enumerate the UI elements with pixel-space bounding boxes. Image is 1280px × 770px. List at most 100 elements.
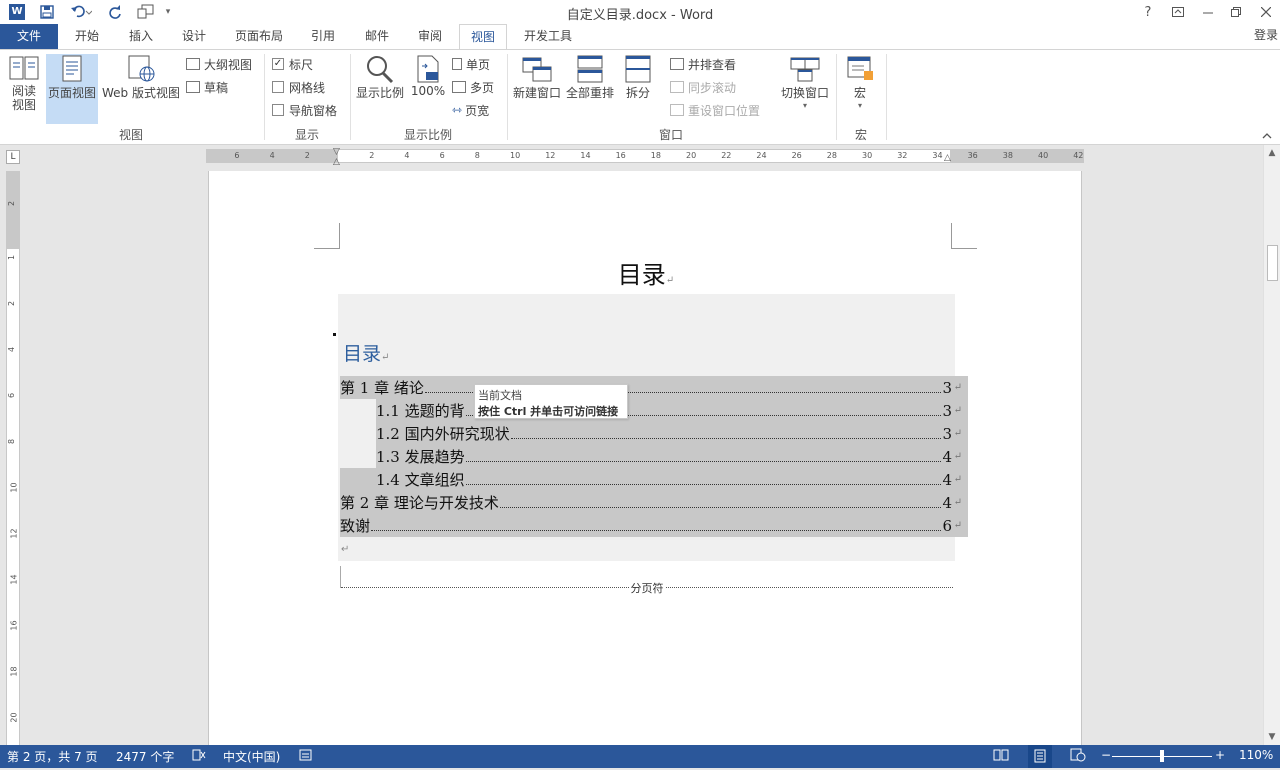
ruler-number: 20 <box>9 712 19 723</box>
web-layout-icon[interactable] <box>1070 748 1086 765</box>
print-layout-button[interactable]: 页面视图 <box>46 54 98 124</box>
word-count[interactable]: 2477 个字 <box>116 748 174 765</box>
zoom-percentage[interactable]: 110% <box>1239 748 1273 762</box>
scroll-thumb[interactable] <box>1267 245 1278 281</box>
minimize-icon[interactable] <box>1193 0 1223 24</box>
tab-review[interactable]: 审阅 <box>407 24 453 49</box>
read-mode-icon[interactable] <box>993 748 1009 765</box>
split-button[interactable]: 拆分 <box>620 54 656 124</box>
hanging-indent-marker[interactable]: △ <box>333 157 340 167</box>
tab-home[interactable]: 开始 <box>64 24 110 49</box>
help-button[interactable]: ? <box>1133 0 1163 24</box>
draft-label: 草稿 <box>204 80 229 95</box>
toc-entry-text: 第 2 章 理论与开发技术 <box>340 494 499 512</box>
tab-insert[interactable]: 插入 <box>118 24 164 49</box>
toc-entry[interactable]: 第 1 章 绪论 3 ↵ <box>340 376 962 399</box>
ruler-number: 24 <box>756 151 767 160</box>
collapse-ribbon-icon[interactable] <box>1262 128 1272 142</box>
one-page-button[interactable]: 单页 <box>452 54 490 74</box>
view-side-by-side-button[interactable]: 并排查看 <box>670 54 736 74</box>
vertical-scrollbar[interactable]: ▲ ▼ <box>1263 145 1280 745</box>
proofing-icon[interactable] <box>192 748 206 765</box>
toc-entry[interactable]: 1.2 国内外研究现状 3 ↵ <box>376 422 962 445</box>
anchor-marker <box>333 333 336 336</box>
sign-in-link[interactable]: 登录 <box>1254 26 1278 43</box>
read-mode-icon <box>8 54 40 84</box>
gridlines-checkbox[interactable]: 网格线 <box>272 77 325 97</box>
ribbon-display-options-icon[interactable] <box>1163 0 1193 24</box>
window-title: 自定义目录.docx - Word <box>566 8 714 23</box>
web-layout-icon <box>125 54 157 84</box>
outline-view-button[interactable]: 大纲视图 <box>186 54 252 74</box>
tab-selector[interactable]: L <box>6 150 20 164</box>
print-layout-icon[interactable] <box>1028 745 1052 768</box>
draft-view-button[interactable]: 草稿 <box>186 77 228 97</box>
close-icon[interactable] <box>1251 0 1280 24</box>
reset-position-icon <box>670 104 684 116</box>
first-line-indent-marker[interactable]: ▽ <box>333 147 340 157</box>
scroll-down-icon[interactable]: ▼ <box>1264 729 1280 745</box>
sync-scroll-button[interactable]: 同步滚动 <box>670 77 736 97</box>
tab-references[interactable]: 引用 <box>300 24 346 49</box>
web-layout-button[interactable]: Web 版式视图 <box>100 54 182 124</box>
ruler-number: 12 <box>9 528 19 539</box>
toc-entry-text: 第 1 章 绪论 <box>340 379 424 397</box>
ruler-number: 14 <box>580 151 591 160</box>
crop-mark <box>314 223 340 249</box>
outline-label: 大纲视图 <box>204 57 253 72</box>
read-mode-button[interactable]: 阅读 视图 <box>4 54 44 124</box>
new-window-icon <box>521 54 553 84</box>
reset-window-position-button[interactable]: 重设窗口位置 <box>670 100 760 120</box>
ruler-number: 20 <box>686 151 697 160</box>
toc-page-number: 3 <box>942 401 952 420</box>
macros-icon <box>844 54 876 84</box>
zoom-slider-thumb[interactable] <box>1160 750 1164 762</box>
arrange-all-button[interactable]: 全部重排 <box>564 54 616 124</box>
toc-entry[interactable]: 致谢 6 ↵ <box>340 514 962 537</box>
tab-design[interactable]: 设计 <box>171 24 217 49</box>
indent-area <box>340 399 376 468</box>
toc-heading[interactable]: 目录↵ <box>343 339 389 366</box>
zoom-100-button[interactable]: 100% <box>408 54 448 124</box>
tab-view[interactable]: 视图 <box>459 24 507 50</box>
tab-file[interactable]: 文件 <box>0 24 58 49</box>
document-title[interactable]: 目录↵ <box>209 255 1083 290</box>
page-count[interactable]: 第 2 页，共 7 页 <box>7 748 98 765</box>
magnifier-icon <box>364 54 396 84</box>
page-width-button[interactable]: ⇿ 页宽 <box>452 100 489 120</box>
ruler-number: 22 <box>721 151 732 160</box>
toc-entry[interactable]: 1.4 文章组织 4 ↵ <box>376 468 962 491</box>
restore-icon[interactable] <box>1221 0 1251 24</box>
zoom-out-icon[interactable]: − <box>1101 748 1111 762</box>
right-indent-marker[interactable]: △ <box>944 153 951 163</box>
toc-page-number: 3 <box>942 378 952 397</box>
ruler-number: 6 <box>234 151 240 160</box>
scroll-up-icon[interactable]: ▲ <box>1264 145 1280 161</box>
toc-entry[interactable]: 1.3 发展趋势 4 ↵ <box>376 445 962 468</box>
ruler-number: 8 <box>474 151 480 160</box>
ruler-number: 10 <box>9 482 19 493</box>
new-window-button[interactable]: 新建窗口 <box>511 54 563 124</box>
switch-windows-button[interactable]: 切换窗口 ▾ <box>778 54 832 124</box>
document-page[interactable]: 目录↵ 目录↵ 第 1 章 绪论 3 ↵ 1.1 选题的背 3 ↵ 1.2 国内外研究现状 3… <box>208 171 1082 745</box>
ruler-number: 12 <box>545 151 556 160</box>
ruler-number: 16 <box>9 620 19 631</box>
zoom-in-icon[interactable]: + <box>1215 748 1225 762</box>
arrange-all-label: 全部重排 <box>565 86 614 100</box>
ruler-checkbox[interactable]: ✓ 标尺 <box>272 54 313 74</box>
tab-page-layout[interactable]: 页面布局 <box>226 24 292 49</box>
language-indicator[interactable]: 中文(中国) <box>223 748 280 765</box>
tab-mailings[interactable]: 邮件 <box>354 24 400 49</box>
nav-pane-checkbox[interactable]: 导航窗格 <box>272 100 337 120</box>
macro-recording-icon[interactable] <box>299 748 313 765</box>
toc-entry[interactable]: 第 2 章 理论与开发技术 4 ↵ <box>340 491 962 514</box>
show-group-label: 显示 <box>294 128 319 142</box>
horizontal-ruler[interactable]: 6 4 2 2 4 6 8 10 12 14 16 18 20 22 24 26 28 30 32 34 36 38 40 4… <box>206 147 1084 167</box>
macros-group-label: 宏 <box>854 128 867 142</box>
vertical-ruler[interactable]: 2 1 2 4 6 8 10 12 14 16 18 20 <box>6 171 20 745</box>
multiple-pages-button[interactable]: 多页 <box>452 77 494 97</box>
tab-developer[interactable]: 开发工具 <box>515 24 581 49</box>
toc-entry[interactable]: 1.1 选题的背 3 ↵ <box>376 399 962 422</box>
macros-button[interactable]: 宏 ▾ <box>842 54 878 124</box>
zoom-button[interactable]: 显示比例 <box>354 54 406 124</box>
